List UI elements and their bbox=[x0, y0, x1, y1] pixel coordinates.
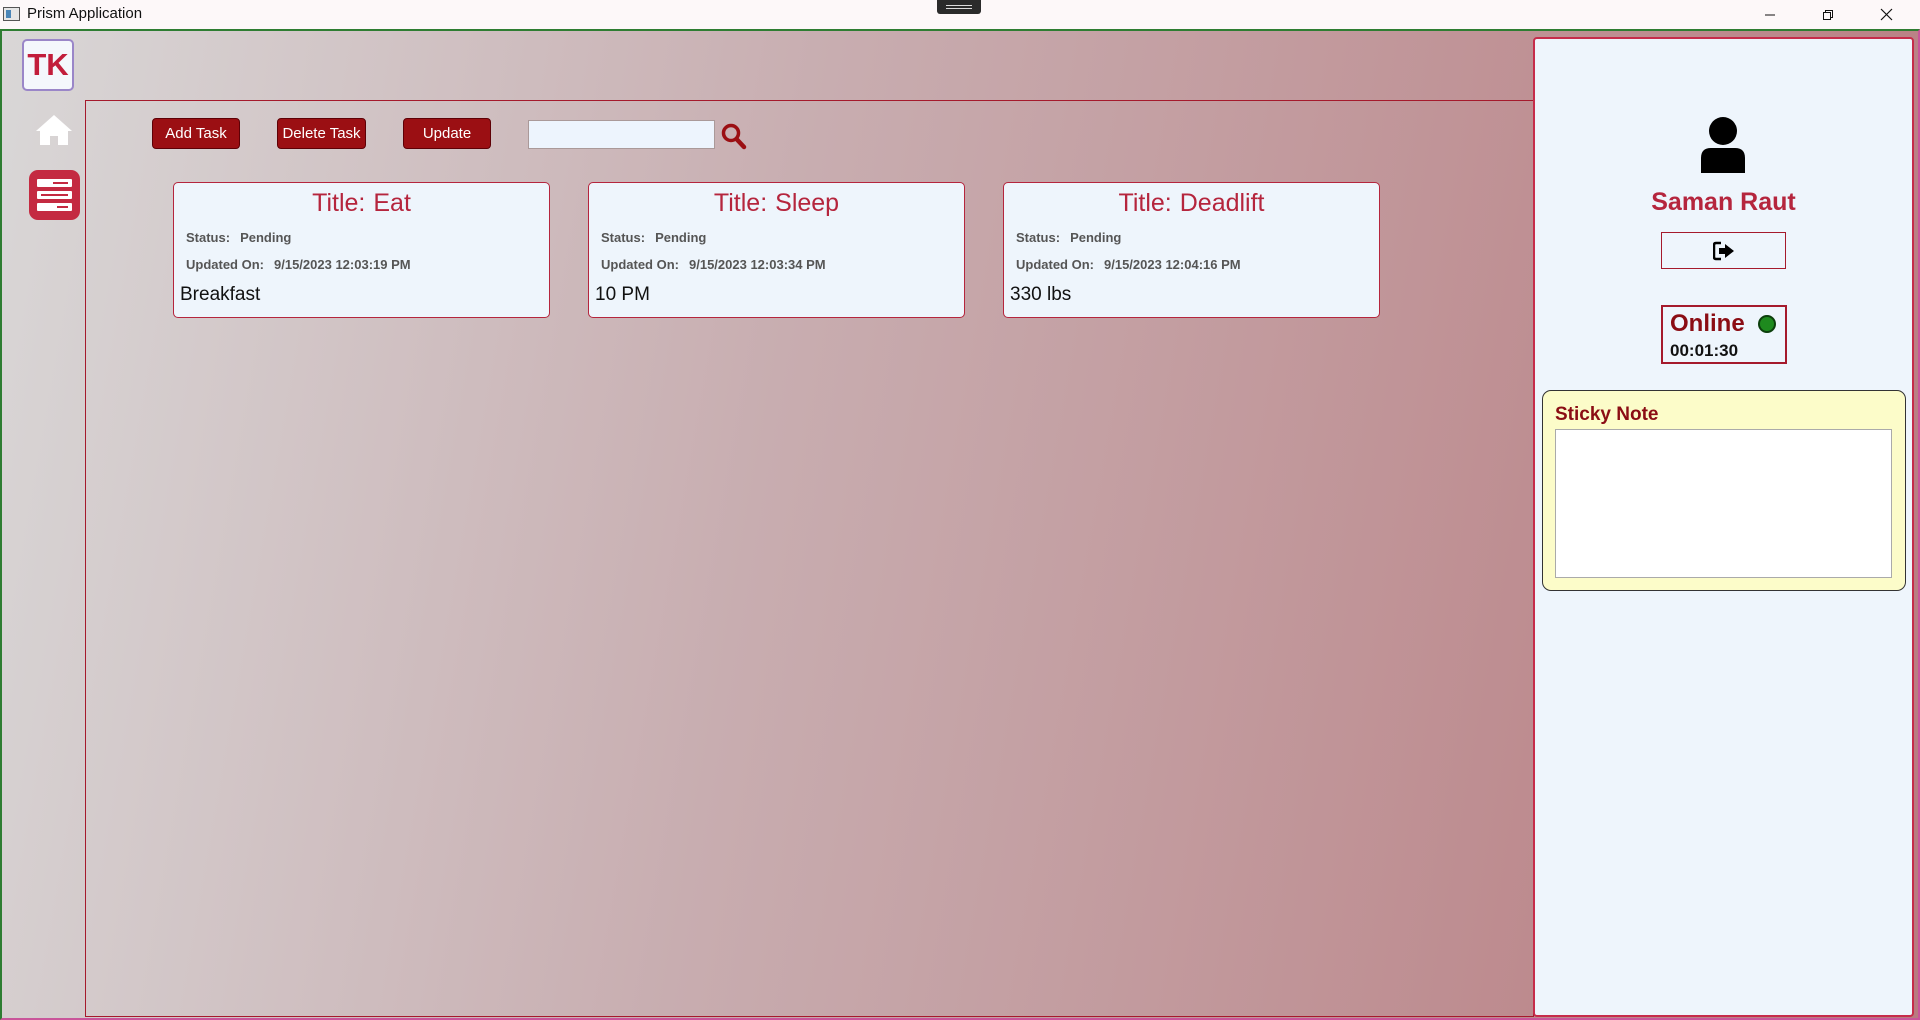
close-icon bbox=[1880, 8, 1892, 21]
status-indicator-icon bbox=[1758, 315, 1776, 333]
task-updated: Updated On: 9/15/2023 12:04:16 PM bbox=[1016, 257, 1241, 272]
sticky-note-textarea[interactable] bbox=[1555, 429, 1892, 578]
task-status-value: Pending bbox=[240, 230, 292, 245]
task-title-value: Deadlift bbox=[1179, 189, 1265, 217]
window-title: Prism Application bbox=[27, 5, 143, 22]
task-updated-label: Updated On: bbox=[601, 257, 679, 272]
restore-icon bbox=[1823, 9, 1833, 20]
sign-out-icon bbox=[1712, 241, 1734, 260]
task-card[interactable]: Title: Deadlift Status: Pending Updated On… bbox=[1003, 182, 1380, 318]
delete-task-button[interactable]: Delete Task bbox=[277, 118, 366, 149]
task-updated-value: 9/15/2023 12:03:19 PM bbox=[274, 257, 411, 272]
sticky-note: Sticky Note bbox=[1542, 390, 1906, 591]
task-status-value: Pending bbox=[655, 230, 707, 245]
task-card[interactable]: Title: Sleep Status: Pending Updated On: 9/… bbox=[588, 182, 965, 318]
minimize-icon bbox=[1765, 14, 1775, 15]
window-title-bar: Prism Application bbox=[0, 0, 1920, 29]
task-title-value: Sleep bbox=[775, 189, 840, 217]
task-title: Title: Deadlift bbox=[1004, 189, 1379, 218]
task-description: 10 PM bbox=[595, 284, 650, 305]
update-button[interactable]: Update bbox=[403, 118, 491, 149]
online-status: Online 00:01:30 bbox=[1661, 305, 1787, 364]
task-card[interactable]: Title: Eat Status: Pending Updated On: 9/15… bbox=[173, 182, 550, 318]
task-title: Title: Eat bbox=[174, 189, 549, 218]
task-updated-label: Updated On: bbox=[1016, 257, 1094, 272]
nav-home-button[interactable] bbox=[34, 113, 74, 147]
status-label: Online bbox=[1670, 310, 1745, 337]
profile-panel: Saman Raut Online 00:01:30 Sticky Note bbox=[1533, 37, 1914, 1017]
task-status: Status: Pending bbox=[186, 230, 291, 245]
logout-button[interactable] bbox=[1661, 232, 1786, 269]
task-updated-value: 9/15/2023 12:03:34 PM bbox=[689, 257, 826, 272]
add-task-button[interactable]: Add Task bbox=[152, 118, 240, 149]
snap-layout-handle[interactable] bbox=[937, 0, 981, 14]
user-avatar bbox=[1698, 116, 1748, 174]
minimize-button[interactable] bbox=[1741, 0, 1799, 29]
task-status-value: Pending bbox=[1070, 230, 1122, 245]
task-updated-value: 9/15/2023 12:04:16 PM bbox=[1104, 257, 1241, 272]
task-description: Breakfast bbox=[180, 284, 261, 305]
task-title-label: Title: bbox=[1118, 189, 1172, 217]
task-updated-label: Updated On: bbox=[186, 257, 264, 272]
task-title: Title: Sleep bbox=[589, 189, 964, 218]
user-icon bbox=[1701, 117, 1745, 173]
task-title-value: Eat bbox=[373, 189, 411, 217]
task-status: Status: Pending bbox=[601, 230, 706, 245]
search-button[interactable] bbox=[720, 121, 748, 151]
task-list-icon bbox=[37, 179, 72, 211]
task-status-label: Status: bbox=[1016, 230, 1061, 245]
task-title-label: Title: bbox=[312, 189, 366, 217]
task-title-label: Title: bbox=[713, 189, 768, 217]
close-button[interactable] bbox=[1857, 0, 1915, 29]
session-timer: 00:01:30 bbox=[1670, 341, 1739, 360]
app-logo: TK bbox=[22, 39, 74, 91]
task-updated: Updated On: 9/15/2023 12:03:34 PM bbox=[601, 257, 826, 272]
app-window: TK Add Task Delete Task Update Title: Ea… bbox=[0, 29, 1920, 1020]
user-name: Saman Raut bbox=[1651, 188, 1796, 216]
task-status-label: Status: bbox=[186, 230, 231, 245]
task-status-label: Status: bbox=[601, 230, 646, 245]
task-description: 330 lbs bbox=[1010, 284, 1072, 305]
search-icon bbox=[721, 123, 747, 150]
app-icon bbox=[3, 7, 20, 21]
task-status: Status: Pending bbox=[1016, 230, 1121, 245]
search-input[interactable] bbox=[528, 120, 715, 149]
task-panel: Add Task Delete Task Update Title: Eat St… bbox=[85, 100, 1534, 1017]
task-updated: Updated On: 9/15/2023 12:03:19 PM bbox=[186, 257, 411, 272]
home-icon bbox=[36, 115, 72, 145]
nav-tasks-button[interactable] bbox=[29, 170, 80, 220]
sticky-note-title: Sticky Note bbox=[1555, 404, 1659, 425]
restore-button[interactable] bbox=[1799, 0, 1857, 29]
